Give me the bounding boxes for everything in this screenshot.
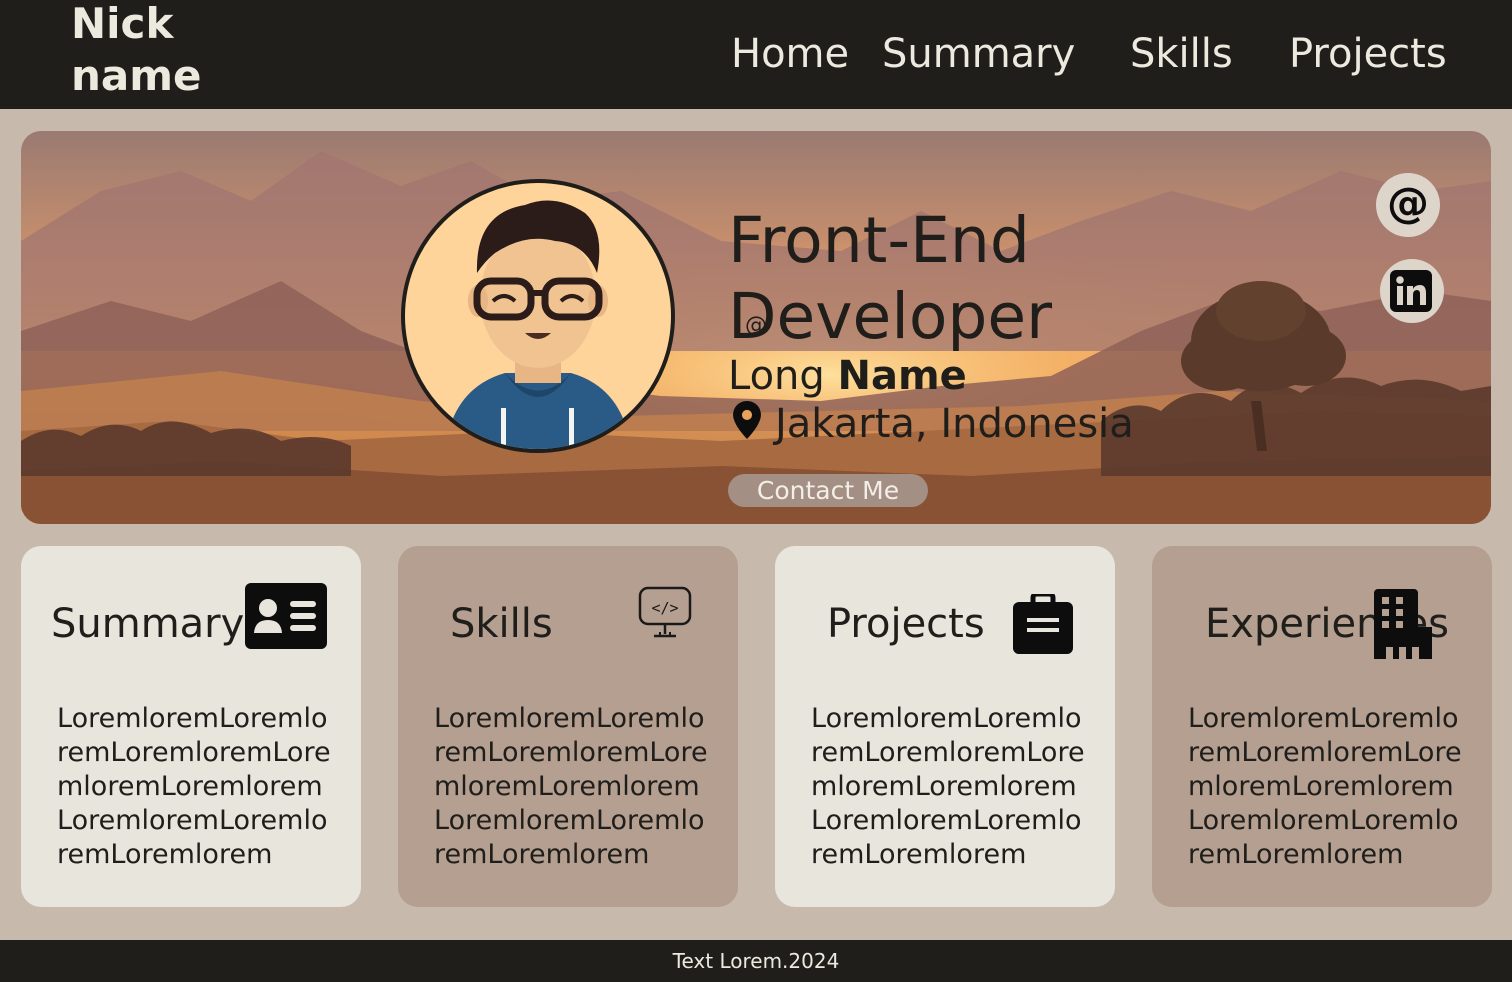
svg-text:</>: </> (651, 599, 678, 617)
hero-banner: Front-End Developer @ Long Name Jakarta,… (21, 131, 1491, 524)
at-symbol-icon: @ (745, 313, 767, 338)
card-body-text: LoremloremLoremloremLoremloremLoremlorem… (811, 703, 1085, 870)
nav-link-home[interactable]: Home (731, 28, 849, 80)
linkedin-button[interactable] (1380, 259, 1444, 323)
hero-title: Front-End Developer (728, 203, 1148, 355)
building-icon (1374, 589, 1432, 659)
email-at-icon: @ (1387, 178, 1429, 227)
card-title: Projects (827, 601, 985, 647)
hero-title-line-1: Front-End (728, 204, 1030, 277)
footer: Text Lorem.2024 (0, 940, 1512, 982)
card-title: Summary (51, 601, 245, 647)
brand-line-2: name (71, 51, 202, 100)
hero-name: Long Name (728, 351, 967, 401)
location-text: Jakarta, Indonesia (775, 401, 1134, 447)
experiences-card[interactable]: Experiences LoremloremLoremloremLoremlor… (1152, 546, 1492, 907)
card-title: Skills (450, 601, 553, 647)
projects-card[interactable]: Projects LoremloremLoremloremLoremloremL… (775, 546, 1115, 907)
contact-me-button[interactable]: Contact Me (728, 474, 928, 507)
briefcase-icon (1013, 594, 1073, 654)
nav-link-skills[interactable]: Skills (1130, 28, 1233, 80)
hero-title-line-2: Developer (728, 280, 1053, 353)
card-body-text: LoremloremLoremloremLoremloremLoremlorem… (57, 703, 331, 870)
skills-card[interactable]: Skills </> LoremloremLoremloremLoremlore… (398, 546, 738, 907)
email-button[interactable]: @ (1376, 173, 1440, 237)
card-body-text: LoremloremLoremloremLoremloremLoremlorem… (434, 703, 708, 870)
avatar-illustration (445, 200, 631, 449)
footer-text: Text Lorem.2024 (672, 949, 840, 973)
map-pin-icon (733, 401, 761, 439)
hero-name-bold: Name (837, 353, 967, 399)
navbar: Nick name Home Summary Skills Projects (0, 0, 1512, 109)
hero-location: Jakarta, Indonesia (731, 399, 1134, 449)
profile-avatar (401, 179, 675, 453)
id-card-icon (245, 583, 327, 649)
brand-line-1: Nick (71, 0, 174, 48)
hero-name-first: Long (728, 353, 838, 399)
nav-link-summary[interactable]: Summary (882, 28, 1075, 80)
linkedin-icon (1390, 270, 1432, 312)
summary-card[interactable]: Summary LoremloremLoremloremLoremloremLo… (21, 546, 361, 907)
card-body-text: LoremloremLoremloremLoremloremLoremlorem… (1188, 703, 1462, 870)
nav-link-projects[interactable]: Projects (1289, 28, 1447, 80)
brand-logo[interactable]: Nick name (71, 0, 271, 102)
code-monitor-icon: </> (638, 586, 692, 638)
